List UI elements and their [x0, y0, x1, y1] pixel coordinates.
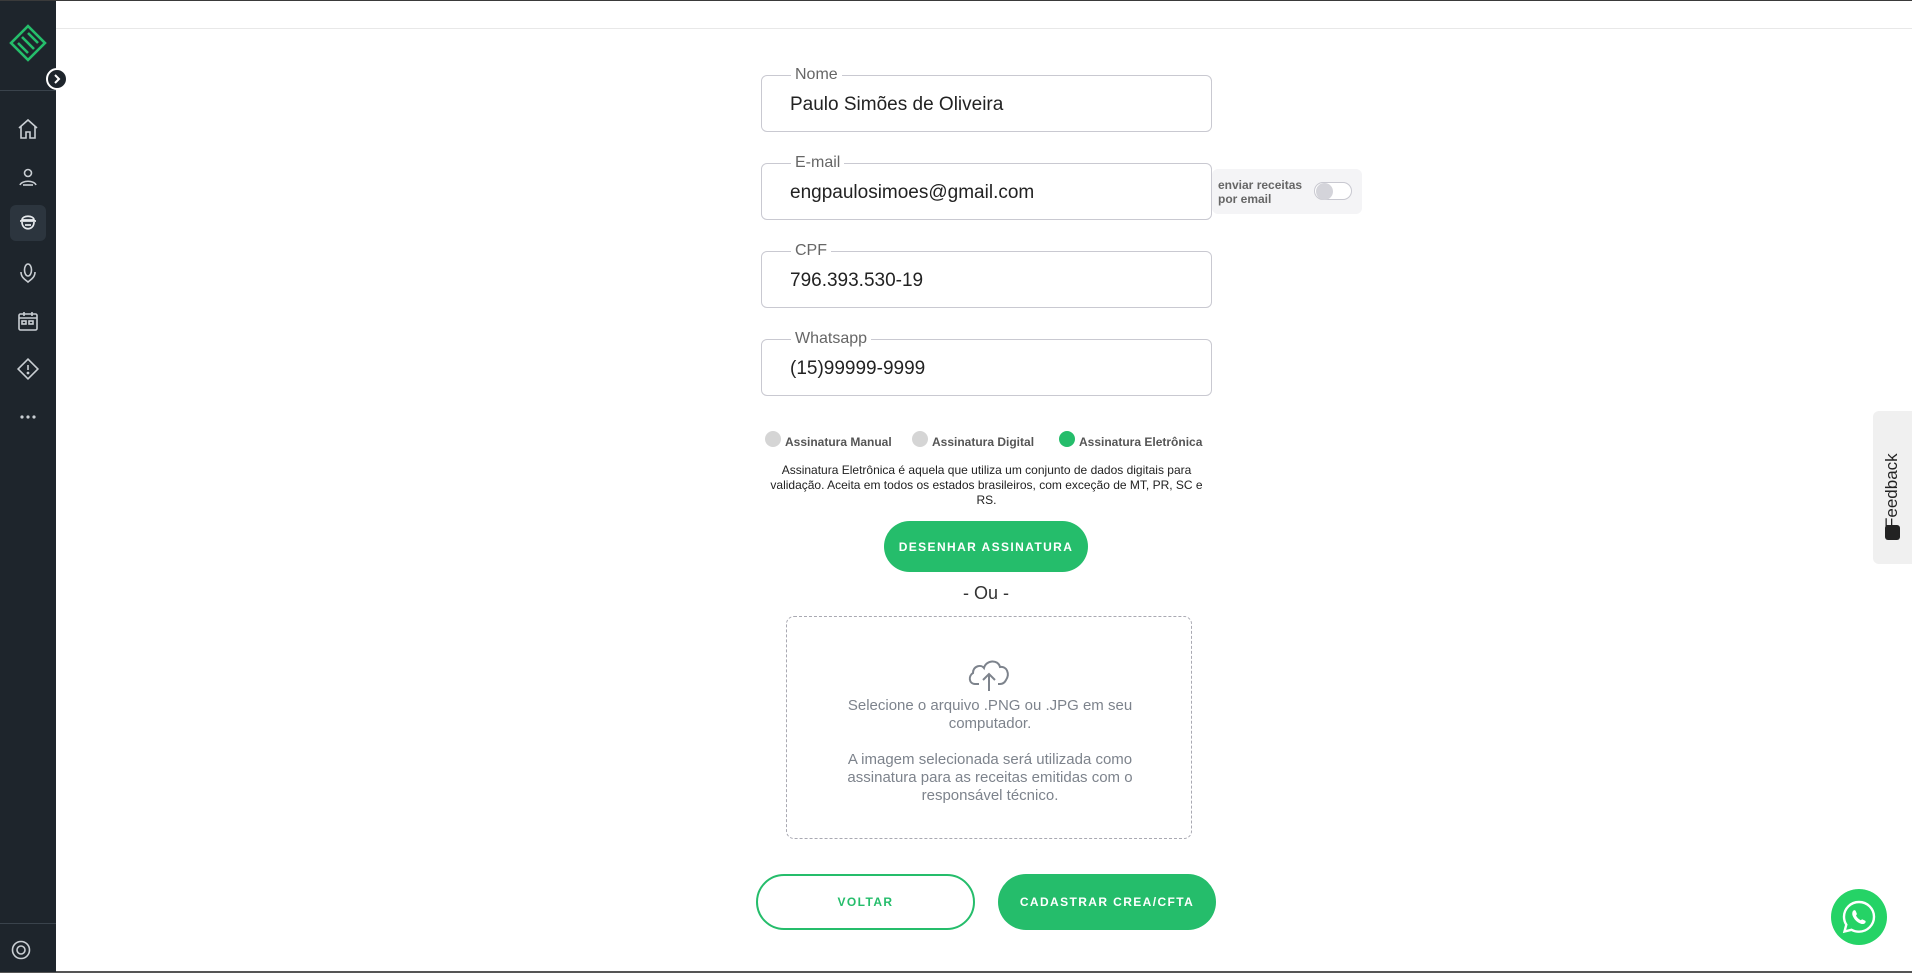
email-field[interactable]: E-mail engpaulosimoes@gmail.com	[761, 154, 1212, 220]
email-value: engpaulosimoes@gmail.com	[790, 182, 1035, 203]
calendar-icon	[18, 312, 38, 331]
radio-digital-signature[interactable]: Assinatura Digital	[912, 431, 1034, 449]
email-receipts-toggle[interactable]	[1314, 182, 1352, 200]
toggle-knob	[1316, 183, 1333, 200]
sidebar-item-agronomists[interactable]	[10, 205, 46, 241]
cpf-label: CPF	[791, 242, 831, 260]
cpf-value: 796.393.530-19	[790, 270, 924, 291]
sidebar-item-more[interactable]	[10, 399, 46, 435]
cpf-field[interactable]: CPF 796.393.530-19	[761, 242, 1212, 308]
corn-icon	[20, 263, 36, 284]
whatsapp-label: Whatsapp	[791, 330, 872, 348]
email-label: E-mail	[791, 154, 845, 172]
sidebar-item-farmers[interactable]	[10, 159, 46, 195]
upload-dropzone[interactable]: Selecione o arquivo .PNG ou .JPG em seu …	[786, 616, 1192, 839]
upload-note: A imagem selecionada será utilizada como…	[847, 751, 1133, 804]
register-crea-button[interactable]: CADASTRAR CREA/CFTA	[998, 874, 1216, 930]
logo-icon[interactable]	[8, 23, 48, 63]
radio-label: Assinatura Digital	[932, 435, 1035, 449]
radio-label: Assinatura Eletrônica	[1079, 435, 1203, 449]
sidebar-item-alerts[interactable]	[10, 351, 46, 387]
draw-signature-button[interactable]: DESENHAR ASSINATURA	[884, 521, 1088, 572]
farmer-icon	[19, 168, 37, 186]
feedback-icon	[1885, 525, 1900, 540]
upload-instructions: Selecione o arquivo .PNG ou .JPG em seu …	[847, 697, 1133, 732]
chevron-right-icon	[54, 74, 61, 84]
radio-dot	[765, 431, 781, 447]
home-icon	[18, 118, 38, 139]
app-window: Nome Paulo Simões de Oliveira E-mail eng…	[0, 0, 1912, 973]
alert-icon	[16, 357, 40, 381]
header-divider	[56, 28, 1912, 29]
name-field[interactable]: Nome Paulo Simões de Oliveira	[761, 66, 1212, 132]
more-icon	[20, 415, 36, 419]
settings-icon	[11, 940, 31, 960]
sidebar	[0, 1, 56, 972]
whatsapp-field[interactable]: Whatsapp (15)99999-9999	[761, 330, 1212, 396]
whatsapp-value: (15)99999-9999	[790, 358, 926, 379]
sidebar-divider	[0, 90, 56, 91]
sidebar-item-home[interactable]	[10, 111, 46, 147]
feedback-tab[interactable]: Feedback	[1873, 411, 1912, 564]
cloud-upload-icon	[968, 660, 1009, 691]
sidebar-item-settings[interactable]	[6, 935, 36, 965]
email-receipts-label: enviar receitas por email	[1218, 178, 1303, 206]
radio-label: Assinatura Manual	[785, 435, 892, 449]
back-button[interactable]: VOLTAR	[756, 874, 975, 930]
radio-manual-signature[interactable]: Assinatura Manual	[765, 431, 892, 449]
radio-electronic-signature[interactable]: Assinatura Eletrônica	[1059, 431, 1202, 449]
name-label: Nome	[791, 66, 842, 84]
agronomist-icon	[20, 215, 36, 230]
name-value: Paulo Simões de Oliveira	[790, 94, 1004, 115]
sidebar-expand-button[interactable]	[46, 68, 68, 90]
radio-dot-selected	[1059, 431, 1075, 447]
sidebar-item-calendar[interactable]	[10, 303, 46, 339]
signature-description: Assinatura Eletrônica é aquela que utili…	[770, 463, 1203, 507]
whatsapp-icon	[1842, 900, 1876, 934]
sidebar-item-crops[interactable]	[10, 255, 46, 291]
whatsapp-button[interactable]	[1831, 889, 1887, 945]
email-receipts-toggle-box: enviar receitas por email	[1212, 169, 1362, 214]
or-separator: - Ou -	[962, 583, 1009, 603]
sidebar-divider-bottom	[0, 923, 56, 924]
radio-dot	[912, 431, 928, 447]
